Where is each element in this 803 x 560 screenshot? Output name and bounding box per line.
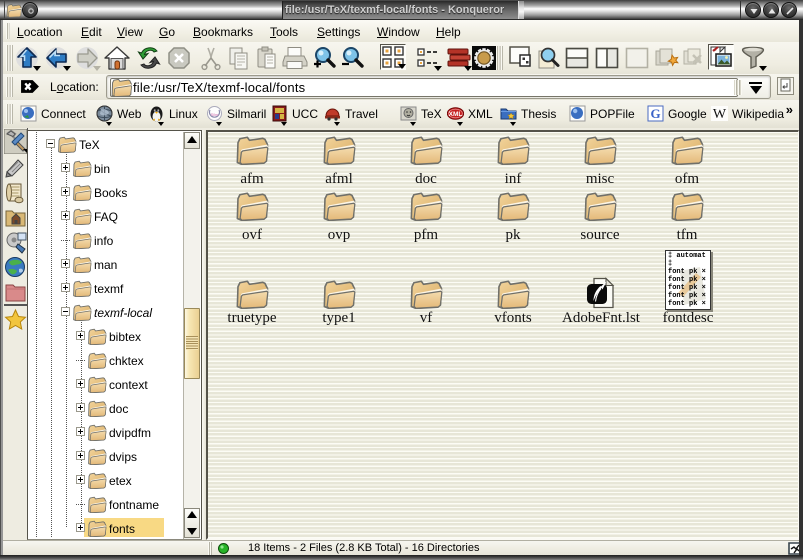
svg-text:W: W	[713, 107, 727, 122]
svg-text:Silm: Silm	[211, 112, 219, 117]
svg-text:XML: XML	[449, 111, 463, 118]
svg-text:G: G	[650, 106, 660, 121]
